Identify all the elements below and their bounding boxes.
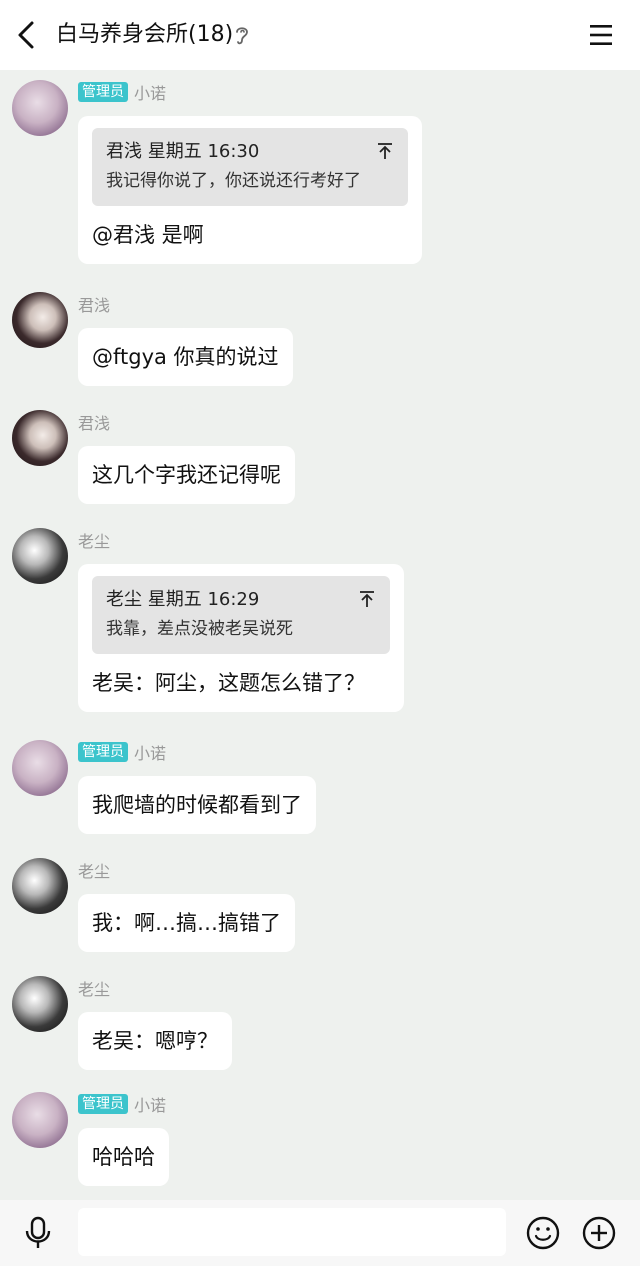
microphone-icon[interactable]: [24, 1216, 52, 1250]
message-bubble[interactable]: 老吴：嗯哼？: [78, 1012, 232, 1070]
sender-line: 君浅: [78, 292, 110, 316]
plus-icon[interactable]: [582, 1216, 616, 1250]
jump-to-top-icon[interactable]: [376, 142, 394, 160]
sender-line: 老尘: [78, 528, 110, 552]
sender-name[interactable]: 君浅: [78, 292, 110, 316]
sender-name[interactable]: 小诺: [134, 80, 166, 104]
sender-line: 老尘: [78, 976, 110, 1000]
sender-line: 管理员 小诺: [78, 1092, 166, 1116]
jump-to-top-icon[interactable]: [358, 590, 376, 608]
sender-name[interactable]: 老尘: [78, 858, 110, 882]
sender-line: 老尘: [78, 858, 110, 882]
avatar[interactable]: [12, 740, 68, 796]
message-bubble[interactable]: 君浅 星期五 16:30 我记得你说了，你还说还行考好了 @君浅 是啊: [78, 116, 422, 264]
emoji-icon[interactable]: [526, 1216, 560, 1250]
message-bubble[interactable]: 哈哈哈: [78, 1128, 169, 1186]
sender-name[interactable]: 小诺: [134, 1092, 166, 1116]
sender-name[interactable]: 老尘: [78, 976, 110, 1000]
chat-title[interactable]: 白马养身会所(18): [56, 18, 233, 52]
message-bubble[interactable]: @ftgya 你真的说过: [78, 328, 293, 386]
message-text: 老吴：嗯哼？: [92, 1029, 218, 1053]
quoted-message[interactable]: 老尘 星期五 16:29 我靠，差点没被老吴说死: [92, 576, 390, 654]
message-bubble[interactable]: 我：啊…搞…搞错了: [78, 894, 295, 952]
message-text: 这几个字我还记得呢: [92, 463, 281, 487]
quote-header: 老尘 星期五 16:29: [106, 589, 260, 610]
message-list[interactable]: 管理员 小诺 君浅 星期五 16:30 我记得你说了，你还说还行考好了 @君浅 …: [0, 70, 640, 1200]
message-bubble[interactable]: 我爬墙的时候都看到了: [78, 776, 316, 834]
avatar[interactable]: [12, 292, 68, 348]
message-input[interactable]: [78, 1208, 506, 1256]
admin-badge: 管理员: [78, 82, 128, 102]
message-bubble[interactable]: 这几个字我还记得呢: [78, 446, 295, 504]
sender-name[interactable]: 老尘: [78, 528, 110, 552]
input-bar: [0, 1200, 640, 1266]
admin-badge: 管理员: [78, 742, 128, 762]
sender-line: 管理员 小诺: [78, 740, 166, 764]
sender-line: 君浅: [78, 410, 110, 434]
sender-line: 管理员 小诺: [78, 80, 166, 104]
sender-name[interactable]: 君浅: [78, 410, 110, 434]
admin-badge: 管理员: [78, 1094, 128, 1114]
message-text: @君浅 是啊: [92, 223, 204, 247]
avatar[interactable]: [12, 528, 68, 584]
quote-text: 我记得你说了，你还说还行考好了: [106, 171, 361, 191]
message-text: 我爬墙的时候都看到了: [92, 793, 302, 817]
menu-icon[interactable]: [588, 22, 614, 48]
ear-icon[interactable]: [233, 24, 251, 46]
message-bubble[interactable]: 老尘 星期五 16:29 我靠，差点没被老吴说死 老吴：阿尘，这题怎么错了？: [78, 564, 404, 712]
avatar[interactable]: [12, 410, 68, 466]
sender-name[interactable]: 小诺: [134, 740, 166, 764]
quoted-message[interactable]: 君浅 星期五 16:30 我记得你说了，你还说还行考好了: [92, 128, 408, 206]
back-icon[interactable]: [14, 20, 40, 50]
avatar[interactable]: [12, 1092, 68, 1148]
quote-text: 我靠，差点没被老吴说死: [106, 619, 293, 639]
avatar[interactable]: [12, 858, 68, 914]
message-text: 哈哈哈: [92, 1145, 155, 1169]
message-text: 我：啊…搞…搞错了: [92, 911, 281, 935]
avatar[interactable]: [12, 976, 68, 1032]
message-text: 老吴：阿尘，这题怎么错了？: [92, 671, 365, 695]
message-text: @ftgya 你真的说过: [92, 345, 279, 369]
avatar[interactable]: [12, 80, 68, 136]
top-bar: 白马养身会所(18): [0, 0, 640, 70]
quote-header: 君浅 星期五 16:30: [106, 141, 260, 162]
